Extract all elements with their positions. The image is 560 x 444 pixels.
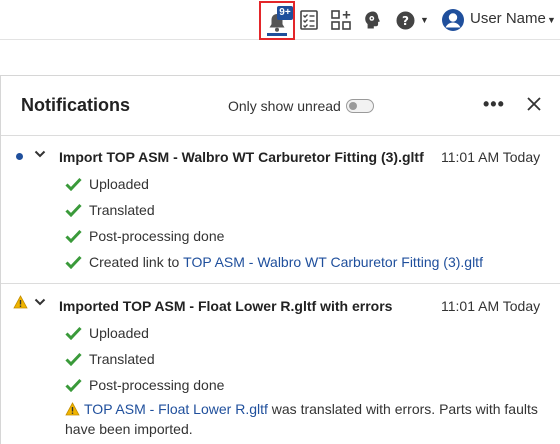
only-unread-label: Only show unread xyxy=(228,98,341,114)
user-name[interactable]: User Name xyxy=(470,10,546,27)
help-caret-icon[interactable]: ▼ xyxy=(420,15,429,25)
app-store-button[interactable] xyxy=(329,4,353,36)
checkmark-icon xyxy=(65,202,83,218)
chevron-down-icon[interactable] xyxy=(34,297,46,307)
checkmark-icon xyxy=(65,377,83,393)
step-label: Created link to xyxy=(89,254,184,270)
notification-item[interactable]: Import TOP ASM - Walbro WT Carburetor Fi… xyxy=(1,137,560,284)
step-label: Uploaded xyxy=(89,176,149,192)
checkmark-icon xyxy=(65,254,83,270)
checkmark-icon xyxy=(65,228,83,244)
checkmark-icon xyxy=(65,351,83,367)
faulty-file-link[interactable]: TOP ASM - Float Lower R.gltf xyxy=(84,401,268,417)
step-label: Post-processing done xyxy=(89,377,225,393)
toggle-knob xyxy=(349,102,357,110)
created-file-link[interactable]: TOP ASM - Walbro WT Carburetor Fitting (… xyxy=(183,254,483,270)
notification-title: Import TOP ASM - Walbro WT Carburetor Fi… xyxy=(59,149,424,165)
step-translated: Translated xyxy=(65,200,155,220)
step-label: Uploaded xyxy=(89,325,149,341)
top-toolbar: 9+ ? ▼ User Name ▼ xyxy=(0,0,560,40)
step-label: Post-processing done xyxy=(89,228,225,244)
notifications-panel: Notifications Only show unread ••• Impor… xyxy=(0,75,560,444)
more-options-button[interactable]: ••• xyxy=(483,94,505,115)
user-menu-button[interactable] xyxy=(440,4,466,36)
warning-message: TOP ASM - Float Lower R.gltf was transla… xyxy=(65,399,555,439)
notification-count-badge: 9+ xyxy=(277,6,293,20)
step-post-processing: Post-processing done xyxy=(65,375,224,395)
step-created-link: Created link to TOP ASM - Walbro WT Carb… xyxy=(65,252,483,272)
unread-dot-icon xyxy=(16,153,23,160)
step-translated: Translated xyxy=(65,349,155,369)
step-uploaded: Uploaded xyxy=(65,323,149,343)
panel-title: Notifications xyxy=(21,95,131,115)
notification-item[interactable]: Imported TOP ASM - Float Lower R.gltf wi… xyxy=(1,285,560,444)
notifications-button[interactable]: 9+ xyxy=(259,1,295,40)
learning-head-icon xyxy=(365,11,380,29)
svg-text:?: ? xyxy=(402,14,409,28)
close-icon[interactable] xyxy=(525,95,543,113)
step-label: Translated xyxy=(89,202,155,218)
panel-header: Notifications Only show unread ••• xyxy=(1,76,560,136)
step-label: Translated xyxy=(89,351,155,367)
only-unread-toggle[interactable] xyxy=(346,99,374,113)
step-post-processing: Post-processing done xyxy=(65,226,224,246)
notification-time: 11:01 AM Today xyxy=(441,298,541,314)
active-indicator xyxy=(267,33,287,36)
notification-time: 11:01 AM Today xyxy=(441,149,541,165)
learning-center-button[interactable] xyxy=(361,4,385,36)
warning-icon xyxy=(65,402,80,416)
step-uploaded: Uploaded xyxy=(65,174,149,194)
help-button[interactable]: ? xyxy=(394,4,416,36)
user-avatar-icon xyxy=(442,9,464,31)
help-icon: ? xyxy=(396,11,414,29)
user-menu-caret-icon[interactable]: ▼ xyxy=(547,15,556,25)
app-grid-icon xyxy=(331,10,351,30)
tasks-button[interactable] xyxy=(297,4,321,36)
chevron-down-icon[interactable] xyxy=(34,149,46,159)
warning-icon xyxy=(13,295,28,309)
checkmark-icon xyxy=(65,325,83,341)
checkmark-icon xyxy=(65,176,83,192)
notification-title: Imported TOP ASM - Float Lower R.gltf wi… xyxy=(59,298,393,314)
checklist-icon xyxy=(300,10,318,30)
